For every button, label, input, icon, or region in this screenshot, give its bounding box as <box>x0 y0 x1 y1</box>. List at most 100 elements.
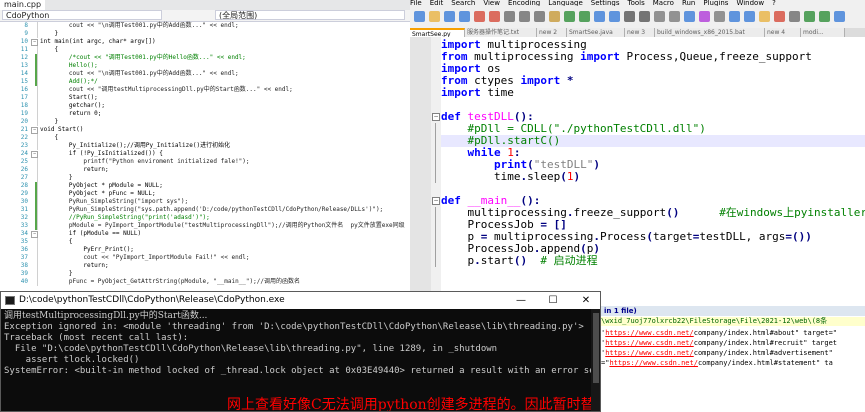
console-scrollbar[interactable] <box>591 309 600 411</box>
npp-code-line: from multiprocessing import Process,Queu… <box>441 51 865 63</box>
indent-guide <box>37 270 38 278</box>
vs-line-number: 10 <box>20 38 28 45</box>
indent-guide-icon[interactable] <box>714 11 725 22</box>
fold-toggle-icon[interactable]: − <box>31 127 38 134</box>
close-all-icon[interactable] <box>489 11 500 22</box>
zoom-out-icon[interactable] <box>639 11 650 22</box>
open-file-icon[interactable] <box>429 11 440 22</box>
play-macro-icon[interactable] <box>804 11 815 22</box>
cut-icon[interactable] <box>519 11 530 22</box>
vs-line-number: 11 <box>20 46 28 53</box>
find-result-line[interactable]: 'https://www.csdn.net/company/index.html… <box>601 328 865 338</box>
result-url-link[interactable]: https://www.csdn.net/ <box>605 349 694 357</box>
sync-v-icon[interactable] <box>654 11 665 22</box>
doc-map-icon[interactable] <box>729 11 740 22</box>
vs-line-text: getchar(); <box>40 102 106 109</box>
console-title-bar[interactable]: D:\code\pythonTestCDll\CdoPython\Release… <box>1 292 600 309</box>
print-icon[interactable] <box>504 11 515 22</box>
npp-tab-item[interactable]: new 4 <box>765 28 801 37</box>
npp-token: testDLL, args <box>699 230 786 243</box>
copy-icon[interactable] <box>534 11 545 22</box>
find-result-line[interactable]: ="https://www.csdn.net/company/index.htm… <box>601 358 865 368</box>
fold-toggle-icon[interactable]: − <box>31 231 38 238</box>
vs-code-line: 14 cout << "\n调用Test001.py中的Add函数..." <<… <box>0 70 410 78</box>
folder-icon[interactable] <box>759 11 770 22</box>
fold-toggle-icon[interactable]: − <box>31 151 38 158</box>
replace-icon[interactable] <box>609 11 620 22</box>
fold-toggle-icon[interactable]: − <box>31 39 38 46</box>
save-macro-icon[interactable] <box>834 11 845 22</box>
record-macro-icon[interactable] <box>774 11 785 22</box>
vs-code-line: 39 } <box>0 270 410 278</box>
redo-icon[interactable] <box>579 11 590 22</box>
scope-dropdown[interactable]: (全局范围) <box>215 10 405 20</box>
npp-token: ) <box>593 158 600 171</box>
find-icon[interactable] <box>594 11 605 22</box>
vs-code-line: 40 pFunc = PyObject_GetAttrString(pModul… <box>0 278 410 286</box>
red-annotation-text: 网上查看好像C无法调用python创建多进程的。因此暂时替换方法 <box>227 397 601 412</box>
result-url-link[interactable]: https://www.csdn.net/ <box>605 329 694 337</box>
vs-line-number: 17 <box>20 94 28 101</box>
indent-guide <box>37 78 38 86</box>
result-url-link[interactable]: https://www.csdn.net/ <box>605 339 694 347</box>
undo-icon[interactable] <box>564 11 575 22</box>
vs-code-line: 37 cout << "PyImport_ImportModule Fail!"… <box>0 254 410 262</box>
indent-guide <box>37 246 38 254</box>
vs-code-line: 17 Start(); <box>0 94 410 102</box>
npp-tab-item[interactable]: new 2 <box>537 28 567 37</box>
fold-guide <box>435 219 436 231</box>
vs-code-line: 28 PyObject * pModule = NULL; <box>0 182 410 190</box>
run-macro-icon[interactable] <box>819 11 830 22</box>
find-result-line[interactable]: 'https://www.csdn.net/company/index.html… <box>601 338 865 348</box>
npp-token: time <box>480 86 514 99</box>
console-scrollbar-thumb[interactable] <box>593 313 599 383</box>
npp-tab-item[interactable]: SmartSee.java <box>567 28 625 37</box>
vs-line-text: { <box>40 134 59 141</box>
vs-line-number: 21 <box>20 126 28 133</box>
vs-code-area[interactable]: 8 cout << "\n调用Test001.py中的Add函数..." << … <box>0 22 410 297</box>
vs-line-number: 20 <box>20 118 28 125</box>
zoom-in-icon[interactable] <box>624 11 635 22</box>
npp-token: target <box>652 230 693 243</box>
stop-macro-icon[interactable] <box>789 11 800 22</box>
vs-line-text: Add();*/ <box>40 78 98 85</box>
paste-icon[interactable] <box>549 11 560 22</box>
fold-toggle-icon[interactable]: − <box>432 113 440 121</box>
minimize-button[interactable]: — <box>509 292 533 309</box>
vs-line-number: 19 <box>20 110 28 117</box>
fold-toggle-icon[interactable]: − <box>432 197 440 205</box>
vs-line-text: } <box>40 174 73 181</box>
sync-h-icon[interactable] <box>669 11 680 22</box>
project-dropdown[interactable]: CdoPython <box>2 10 162 20</box>
npp-tab-item[interactable]: new 3 <box>625 28 655 37</box>
save-icon[interactable] <box>444 11 455 22</box>
result-url-link[interactable]: https://www.csdn.net/ <box>609 359 698 367</box>
vs-code-line: 20 } <box>0 118 410 126</box>
npp-token: sleep <box>527 170 561 183</box>
find-result-line[interactable]: 'https://www.csdn.net/company/index.html… <box>601 348 865 358</box>
indent-guide <box>37 254 38 262</box>
find-results-header: in 1 file) <box>601 306 865 316</box>
npp-tab-item[interactable]: 服务器操作笔记.txt <box>465 28 537 37</box>
indent-guide <box>37 62 38 70</box>
npp-code-area[interactable]: import multiprocessing from multiprocessi… <box>432 37 865 306</box>
save-all-icon[interactable] <box>459 11 470 22</box>
find-results-path[interactable]: \wxid_7uoj77olxrcb22\FileStorage\File\20… <box>601 317 865 326</box>
close-icon[interactable] <box>474 11 485 22</box>
show-all-icon[interactable] <box>699 11 710 22</box>
word-wrap-icon[interactable] <box>684 11 695 22</box>
vs-line-text: return 0; <box>40 110 102 117</box>
new-file-icon[interactable] <box>414 11 425 22</box>
maximize-button[interactable]: ☐ <box>541 292 565 309</box>
npp-tab-item[interactable]: build_windows_x86_2015.bat <box>655 28 765 37</box>
fold-guide <box>435 147 436 159</box>
indent-guide <box>37 278 38 286</box>
npp-tab-item[interactable]: SmartSee.py <box>410 28 465 37</box>
close-button[interactable]: ✕ <box>574 292 598 309</box>
vs-line-text: PyErr_Print(); <box>40 246 134 253</box>
vs-line-number: 31 <box>20 206 28 213</box>
vs-line-number: 29 <box>20 190 28 197</box>
function-list-icon[interactable] <box>744 11 755 22</box>
npp-tab-item[interactable]: modi... <box>801 28 845 37</box>
npp-code-line: import time <box>441 87 865 99</box>
